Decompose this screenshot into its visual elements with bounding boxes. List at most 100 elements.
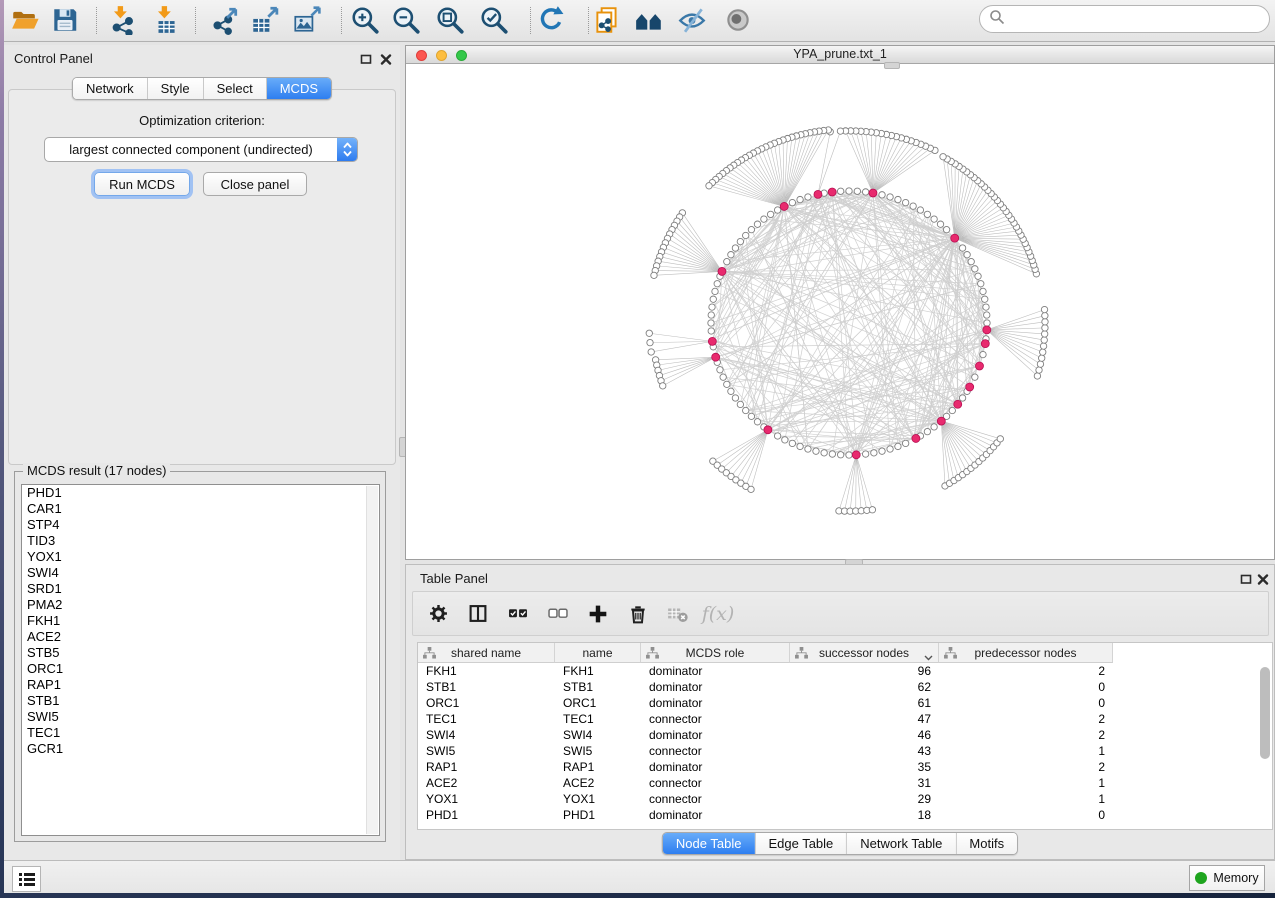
close-panel-button[interactable]: Close panel — [203, 172, 307, 196]
table-cell: dominator — [641, 727, 790, 743]
search-input[interactable] — [1010, 11, 1269, 28]
import-table-icon[interactable] — [150, 4, 182, 36]
mcds-result-item[interactable]: FKH1 — [22, 613, 379, 629]
network-window-title: YPA_prune.txt_1 — [406, 47, 1274, 61]
table-cell: TEC1 — [555, 711, 641, 727]
mcds-result-item[interactable]: PMA2 — [22, 597, 379, 613]
run-mcds-button[interactable]: Run MCDS — [94, 172, 190, 196]
mcds-result-item[interactable]: ORC1 — [22, 661, 379, 677]
float-table-panel-icon[interactable] — [1238, 571, 1254, 587]
tab-style[interactable]: Style — [147, 78, 203, 99]
open-session-icon[interactable] — [9, 4, 41, 36]
column-header-name[interactable]: name — [555, 643, 641, 663]
table-cell: FKH1 — [418, 663, 555, 679]
network-canvas[interactable] — [406, 64, 1274, 559]
export-image-icon[interactable] — [290, 4, 322, 36]
column-header-predecessor-nodes[interactable]: predecessor nodes — [939, 643, 1113, 663]
mcds-result-item[interactable]: CAR1 — [22, 501, 379, 517]
table-row[interactable]: PHD1PHD1dominator180 — [418, 807, 1272, 823]
mcds-result-item[interactable]: PHD1 — [22, 485, 379, 501]
table-row[interactable]: TEC1TEC1connector472 — [418, 711, 1272, 727]
tab-node-table[interactable]: Node Table — [663, 833, 755, 854]
tab-network[interactable]: Network — [73, 78, 147, 99]
network-overview-icon[interactable] — [633, 4, 665, 36]
mcds-result-item[interactable]: TID3 — [22, 533, 379, 549]
mcds-result-item[interactable]: RAP1 — [22, 677, 379, 693]
tab-mcds[interactable]: MCDS — [266, 78, 331, 99]
toolbar-separator — [588, 7, 589, 34]
table-cell: 96 — [790, 663, 939, 679]
mcds-result-item[interactable]: STP4 — [22, 517, 379, 533]
toolbar-separator — [96, 7, 97, 34]
table-row[interactable]: ACE2ACE2connector311 — [418, 775, 1272, 791]
table-row[interactable]: SWI5SWI5connector431 — [418, 743, 1272, 759]
mcds-result-item[interactable]: YOX1 — [22, 549, 379, 565]
mcds-result-item[interactable]: GCR1 — [22, 741, 379, 757]
table-row[interactable]: YOX1YOX1connector291 — [418, 791, 1272, 807]
tab-select[interactable]: Select — [203, 78, 266, 99]
clone-network-icon[interactable] — [591, 4, 623, 36]
zoom-in-icon[interactable] — [349, 4, 381, 36]
table-row[interactable]: FKH1FKH1dominator962 — [418, 663, 1272, 679]
refresh-icon[interactable] — [535, 4, 567, 36]
table-row[interactable]: RAP1RAP1dominator352 — [418, 759, 1272, 775]
mcds-result-item[interactable]: TEC1 — [22, 725, 379, 741]
tab-edge-table[interactable]: Edge Table — [754, 833, 846, 854]
mcds-result-item[interactable]: SRD1 — [22, 581, 379, 597]
table-cell: STB1 — [418, 679, 555, 695]
mapped-column-icon — [795, 647, 808, 662]
save-session-icon[interactable] — [49, 4, 81, 36]
column-header-successor-nodes[interactable]: successor nodes — [790, 643, 939, 663]
show-graphics-details-icon[interactable] — [722, 4, 754, 36]
titlebar-grip[interactable] — [884, 62, 900, 69]
table-cell: 29 — [790, 791, 939, 807]
table-row[interactable]: SWI4SWI4dominator462 — [418, 727, 1272, 743]
import-network-icon[interactable] — [106, 4, 138, 36]
network-window-titlebar[interactable]: YPA_prune.txt_1 — [406, 46, 1274, 64]
table-settings-icon[interactable] — [425, 601, 451, 627]
table-row[interactable]: STB1STB1dominator620 — [418, 679, 1272, 695]
hide-graphics-details-icon[interactable] — [676, 4, 708, 36]
column-header-shared-name[interactable]: shared name — [418, 643, 555, 663]
mcds-result-group: MCDS result (17 nodes) PHD1CAR1STP4TID3Y… — [14, 471, 386, 842]
workspace-column: YPA_prune.txt_1 Table Panel — [405, 45, 1275, 860]
export-table-icon[interactable] — [248, 4, 280, 36]
table-panel-tabs: Node TableEdge TableNetwork TableMotifs — [662, 832, 1018, 855]
toggle-columns-icon[interactable] — [465, 601, 491, 627]
add-icon[interactable] — [585, 601, 611, 627]
zoom-out-icon[interactable] — [390, 4, 422, 36]
mcds-result-item[interactable]: SWI5 — [22, 709, 379, 725]
zoom-fit-icon[interactable] — [434, 4, 466, 36]
search-field[interactable] — [979, 5, 1270, 33]
function-builder-icon[interactable]: f(x) — [705, 601, 731, 627]
memory-button[interactable]: Memory — [1189, 865, 1265, 891]
select-all-icon[interactable] — [505, 601, 531, 627]
mcds-list-scrollbar[interactable] — [366, 486, 378, 834]
table-cell: dominator — [641, 807, 790, 823]
export-network-icon[interactable] — [209, 4, 241, 36]
column-header-MCDS-role[interactable]: MCDS role — [641, 643, 790, 663]
mcds-result-item[interactable]: STB1 — [22, 693, 379, 709]
table-cell: 31 — [790, 775, 939, 791]
mcds-result-item[interactable]: STB5 — [22, 645, 379, 661]
close-table-panel-icon[interactable] — [1255, 571, 1271, 587]
tab-network-table[interactable]: Network Table — [846, 833, 955, 854]
zoom-selected-icon[interactable] — [478, 4, 510, 36]
delete-icon[interactable] — [625, 601, 651, 627]
tab-motifs[interactable]: Motifs — [955, 833, 1017, 854]
table-row[interactable]: ORC1ORC1dominator610 — [418, 695, 1272, 711]
float-panel-icon[interactable] — [358, 51, 374, 67]
table-scrollbar-thumb[interactable] — [1260, 667, 1270, 759]
mcds-result-item[interactable]: SWI4 — [22, 565, 379, 581]
panel-menu-button[interactable] — [12, 866, 41, 892]
close-panel-icon[interactable] — [378, 51, 394, 67]
table-toolbar: f(x) — [412, 591, 1269, 636]
mcds-result-item[interactable]: ACE2 — [22, 629, 379, 645]
status-bar: Memory — [4, 860, 1275, 893]
network-graph[interactable] — [406, 64, 1274, 559]
node-table: shared namename MCDS role successor nodesp… — [417, 642, 1273, 830]
clear-table-icon[interactable] — [665, 601, 691, 627]
criterion-dropdown[interactable]: largest connected component (undirected) — [44, 137, 358, 162]
deselect-all-icon[interactable] — [545, 601, 571, 627]
column-header-label: MCDS role — [686, 646, 745, 660]
